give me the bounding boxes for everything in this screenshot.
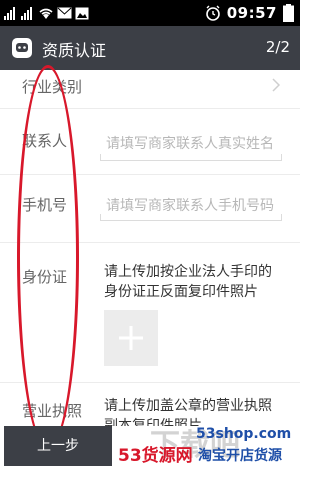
industry-label: 行业类别 (22, 78, 83, 96)
divider (0, 242, 300, 243)
alarm-icon (205, 5, 220, 21)
watermark-taobao: 淘宝开店货源 (198, 448, 282, 464)
mail-icon (57, 7, 72, 19)
page-indicator: 2/2 (265, 38, 290, 56)
battery-icon (283, 4, 294, 22)
phone-label: 手机号 (22, 196, 68, 214)
qualification-form: 行业类别 联系人 请填写商家联系人真实姓名 手机号 请填写商家联系人手机号码 身… (0, 70, 300, 426)
status-time: 09:57 (226, 4, 277, 22)
app-logo-icon[interactable] (12, 38, 32, 58)
chevron-right-icon (272, 78, 280, 92)
id-card-upload-button[interactable] (104, 310, 158, 366)
wifi-icon (39, 8, 53, 19)
phone-underline (100, 220, 282, 221)
contact-label: 联系人 (22, 132, 68, 150)
bottom-bar: 下载吧 上一步 53货源网 53shop.com 淘宝开店货源 (0, 426, 300, 496)
phone-input[interactable]: 请填写商家联系人手机号码 (106, 195, 274, 215)
underline-tick (100, 154, 101, 161)
signal-icon (21, 7, 32, 20)
id-card-description: 请上传加按企业法人手印的身份证正反面复印件照片 (104, 264, 272, 300)
plus-icon (119, 326, 143, 350)
business-license-label: 营业执照 (22, 402, 83, 420)
underline-tick (100, 214, 101, 221)
contact-input[interactable]: 请填写商家联系人真实姓名 (106, 133, 274, 153)
divider (0, 108, 300, 109)
title-bar: 资质认证 2/2 (0, 26, 300, 70)
image-icon (75, 7, 89, 19)
contact-underline (100, 160, 282, 161)
divider (0, 382, 300, 383)
underline-tick (281, 214, 282, 221)
previous-step-button[interactable]: 上一步 (4, 426, 112, 466)
underline-tick (281, 154, 282, 161)
divider (0, 174, 300, 175)
watermark-53huoyuan: 53货源网 (118, 446, 193, 466)
signal-icon (4, 7, 15, 20)
id-card-label: 身份证 (22, 268, 68, 286)
status-bar: 09:57 (0, 0, 300, 26)
page-title: 资质认证 (42, 41, 107, 60)
